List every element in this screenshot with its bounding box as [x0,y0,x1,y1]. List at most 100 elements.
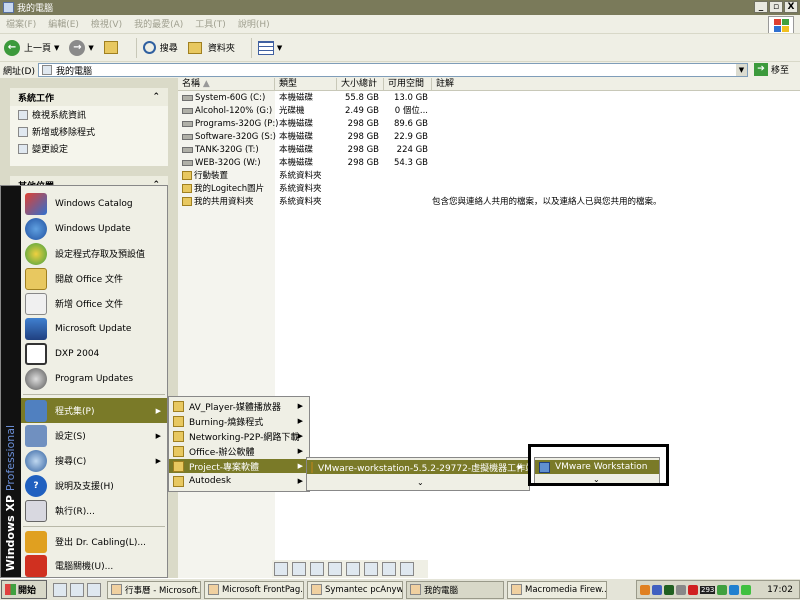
programs-item-office[interactable]: Office-辦公軟體 ▶ [169,444,309,458]
start-item-dxp-2004[interactable]: DXP 2004 [21,341,167,366]
file-free-space: 224 GB [396,145,428,155]
file-name: Programs-320G (P:) [182,118,279,131]
file-list: 名稱 ▲ 類型 大小總計 可用空間 註解 System-60G (C:) 本機磁碟… [178,78,800,578]
menu-edit[interactable]: 編輯(E) [48,17,79,30]
file-row[interactable]: System-60G (C:) 本機磁碟 55.8 GB 13.0 GB [178,92,800,105]
programs-item-autodesk[interactable]: Autodesk ▶ [169,474,309,488]
messenger-icon[interactable] [741,584,752,595]
start-item-shutdown[interactable]: 電腦關機(U)... [21,553,167,578]
folders-button[interactable]: 資料夾 [187,41,235,54]
taskbar-button-calendar[interactable]: 行事曆 - Microsoft... [107,580,201,599]
chevron-down-icon[interactable]: ▼ [736,64,747,76]
views-button[interactable]: ▼ [257,40,282,55]
chevron-down-icon[interactable]: ▼ [277,44,282,52]
programs-item-project[interactable]: Project-專案軟體 ▶ [169,459,309,473]
file-name: TANK-320G (T:) [182,144,259,157]
file-row[interactable]: 行動裝置 系統資料夾 [178,170,800,183]
forward-button[interactable]: → ▼ [69,39,94,56]
clock: 17:02 [767,584,793,595]
search-button[interactable]: 搜尋 [142,41,178,54]
folder-icon [173,460,184,472]
outlook-icon[interactable] [70,582,84,597]
taskbar-button-pcanywhere[interactable]: Symantec pcAnyw... [307,580,403,599]
run-icon [25,499,47,522]
calendar-icon [111,584,122,595]
column-name[interactable]: 名稱 ▲ [178,78,275,91]
start-button[interactable]: 開始 [1,580,47,599]
file-row[interactable]: 我的Logitech圖片 系統資料夾 [178,183,800,196]
shield-icon[interactable] [664,584,674,595]
start-item-logoff[interactable]: 登出 Dr. Cabling(L)... [21,529,167,554]
menu-file[interactable]: 檔案(F) [6,17,36,30]
draw-icon[interactable] [346,562,360,576]
menu-favorites[interactable]: 我的最愛(A) [134,17,183,30]
start-menu-banner: Windows XP Professional [1,186,21,577]
menu-view[interactable]: 檢視(V) [91,17,122,30]
start-item-program-access[interactable]: 設定程式存取及預設值 [21,241,167,266]
taskbar-button-fireworks[interactable]: Macromedia Firew... [507,580,607,599]
edit-icon[interactable] [328,562,342,576]
task-change-settings[interactable]: 變更設定 [10,140,168,157]
menu-help[interactable]: 說明(H) [238,17,270,30]
start-item-help[interactable]: ? 說明及支援(H) [21,473,167,498]
chevron-down-icon[interactable]: ▼ [54,44,59,52]
input-method-icon[interactable] [274,562,288,576]
start-item-new-office-doc[interactable]: 新增 Office 文件 [21,291,167,316]
menu-tools[interactable]: 工具(T) [195,17,226,30]
column-free-space[interactable]: 可用空間 [384,78,432,91]
restore-button[interactable]: ▫ [769,1,783,13]
tray-app-icon[interactable] [640,584,650,595]
start-item-windows-catalog[interactable]: Windows Catalog [21,191,167,216]
programs-item-av-player[interactable]: AV_Player-媒體播放器 ▶ [169,399,309,413]
taskbar-button-frontpage[interactable]: Microsoft FrontPag... [204,580,304,599]
ie-icon[interactable] [53,582,67,597]
up-button[interactable] [103,41,120,54]
column-total-size[interactable]: 大小總計 [337,78,384,91]
drive-icon [182,107,193,114]
file-row[interactable]: Programs-320G (P:) 本機磁碟 298 GB 89.6 GB [178,118,800,131]
media-icon[interactable] [87,582,101,597]
address-input[interactable]: 我的電腦 ▼ [38,63,748,77]
help-icon[interactable] [382,562,396,576]
folder-up-icon [103,41,118,54]
file-row[interactable]: TANK-320G (T:) 本機磁碟 298 GB 224 GB [178,144,800,157]
back-button[interactable]: ← 上一頁 ▼ [4,39,59,56]
programs-item-networking[interactable]: Networking-P2P-網路下載 ▶ [169,429,309,443]
antivirus-icon[interactable] [676,584,686,595]
file-row[interactable]: Alcohol-120% (G:) 光碟機 2.49 GB 0 個位... [178,105,800,118]
go-button[interactable]: ➔ 移至 [754,63,789,76]
alert-icon[interactable] [688,584,698,595]
keyboard-icon[interactable] [292,562,306,576]
file-row[interactable]: WEB-320G (W:) 本機磁碟 298 GB 54.3 GB [178,157,800,170]
start-item-programs[interactable]: 程式集(P) ▶ [21,398,167,423]
file-row[interactable]: 我的共用資料夾 系統資料夾 包含您與連絡人共用的檔案，以及連絡人已與您共用的檔案。 [178,196,800,209]
column-type[interactable]: 類型 [275,78,337,91]
start-item-open-office-doc[interactable]: 開啟 Office 文件 [21,266,167,291]
start-item-program-updates[interactable]: Program Updates [21,366,167,391]
close-button[interactable]: X [784,1,798,13]
start-item-windows-update[interactable]: Windows Update [21,216,167,241]
collapse-chevron-icon[interactable]: ⌃ [152,92,160,102]
expand-icon[interactable] [400,562,414,576]
minimize-button[interactable]: _ [754,1,768,13]
pen-icon[interactable] [310,562,324,576]
start-item-microsoft-update[interactable]: Microsoft Update [21,316,167,341]
system-tasks-header[interactable]: 系統工作 ⌃ [10,88,168,106]
expand-chevron-icon[interactable]: ⌄ [417,478,424,487]
taskbar-button-my-computer[interactable]: 我的電腦 [406,580,504,599]
project-item-vmware-folder[interactable]: VMware-workstation-5.5.2-29772-虛擬機器工作站 ▶ [307,460,534,474]
status-icon[interactable] [717,584,728,595]
task-view-system-info[interactable]: 檢視系統資訊 [10,106,168,123]
mail-icon[interactable] [364,562,378,576]
file-comment: 包含您與連絡人共用的檔案，以及連絡人已與您共用的檔案。 [432,197,662,207]
network-icon[interactable] [652,584,662,595]
file-row[interactable]: Software-320G (S:) 本機磁碟 298 GB 22.9 GB [178,131,800,144]
start-item-run[interactable]: 執行(R)... [21,498,167,523]
chevron-down-icon[interactable]: ▼ [88,44,93,52]
task-add-remove-programs[interactable]: 新增或移除程式 [10,123,168,140]
volume-icon[interactable] [729,584,740,595]
start-item-search[interactable]: 搜尋(C) ▶ [21,448,167,473]
start-item-settings[interactable]: 設定(S) ▶ [21,423,167,448]
column-comment[interactable]: 註解 [432,78,800,91]
programs-item-burning[interactable]: Burning-燒錄程式 ▶ [169,414,309,428]
